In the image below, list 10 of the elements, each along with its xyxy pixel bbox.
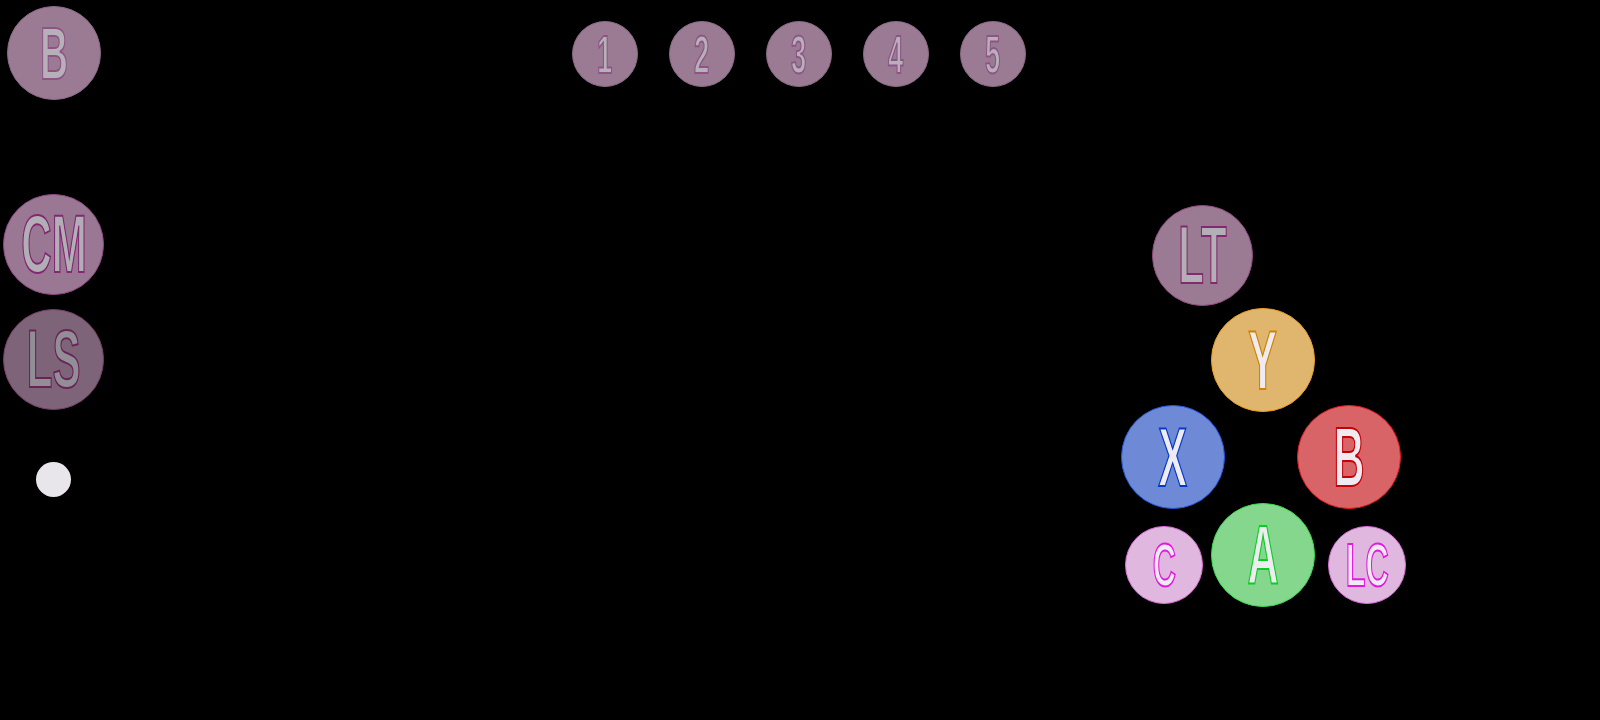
face-button[interactable]: Y (1211, 308, 1315, 412)
face-button[interactable]: C (1125, 526, 1203, 604)
side-button[interactable]: LS (3, 309, 104, 410)
face-button[interactable]: B (1297, 405, 1401, 509)
face-button[interactable]: LT (1152, 205, 1253, 306)
side-button[interactable]: CM (3, 194, 104, 295)
joystick-dot-icon[interactable] (36, 462, 71, 497)
face-button[interactable]: A (1211, 503, 1315, 607)
face-button[interactable]: LC (1328, 526, 1406, 604)
face-button[interactable]: X (1121, 405, 1225, 509)
